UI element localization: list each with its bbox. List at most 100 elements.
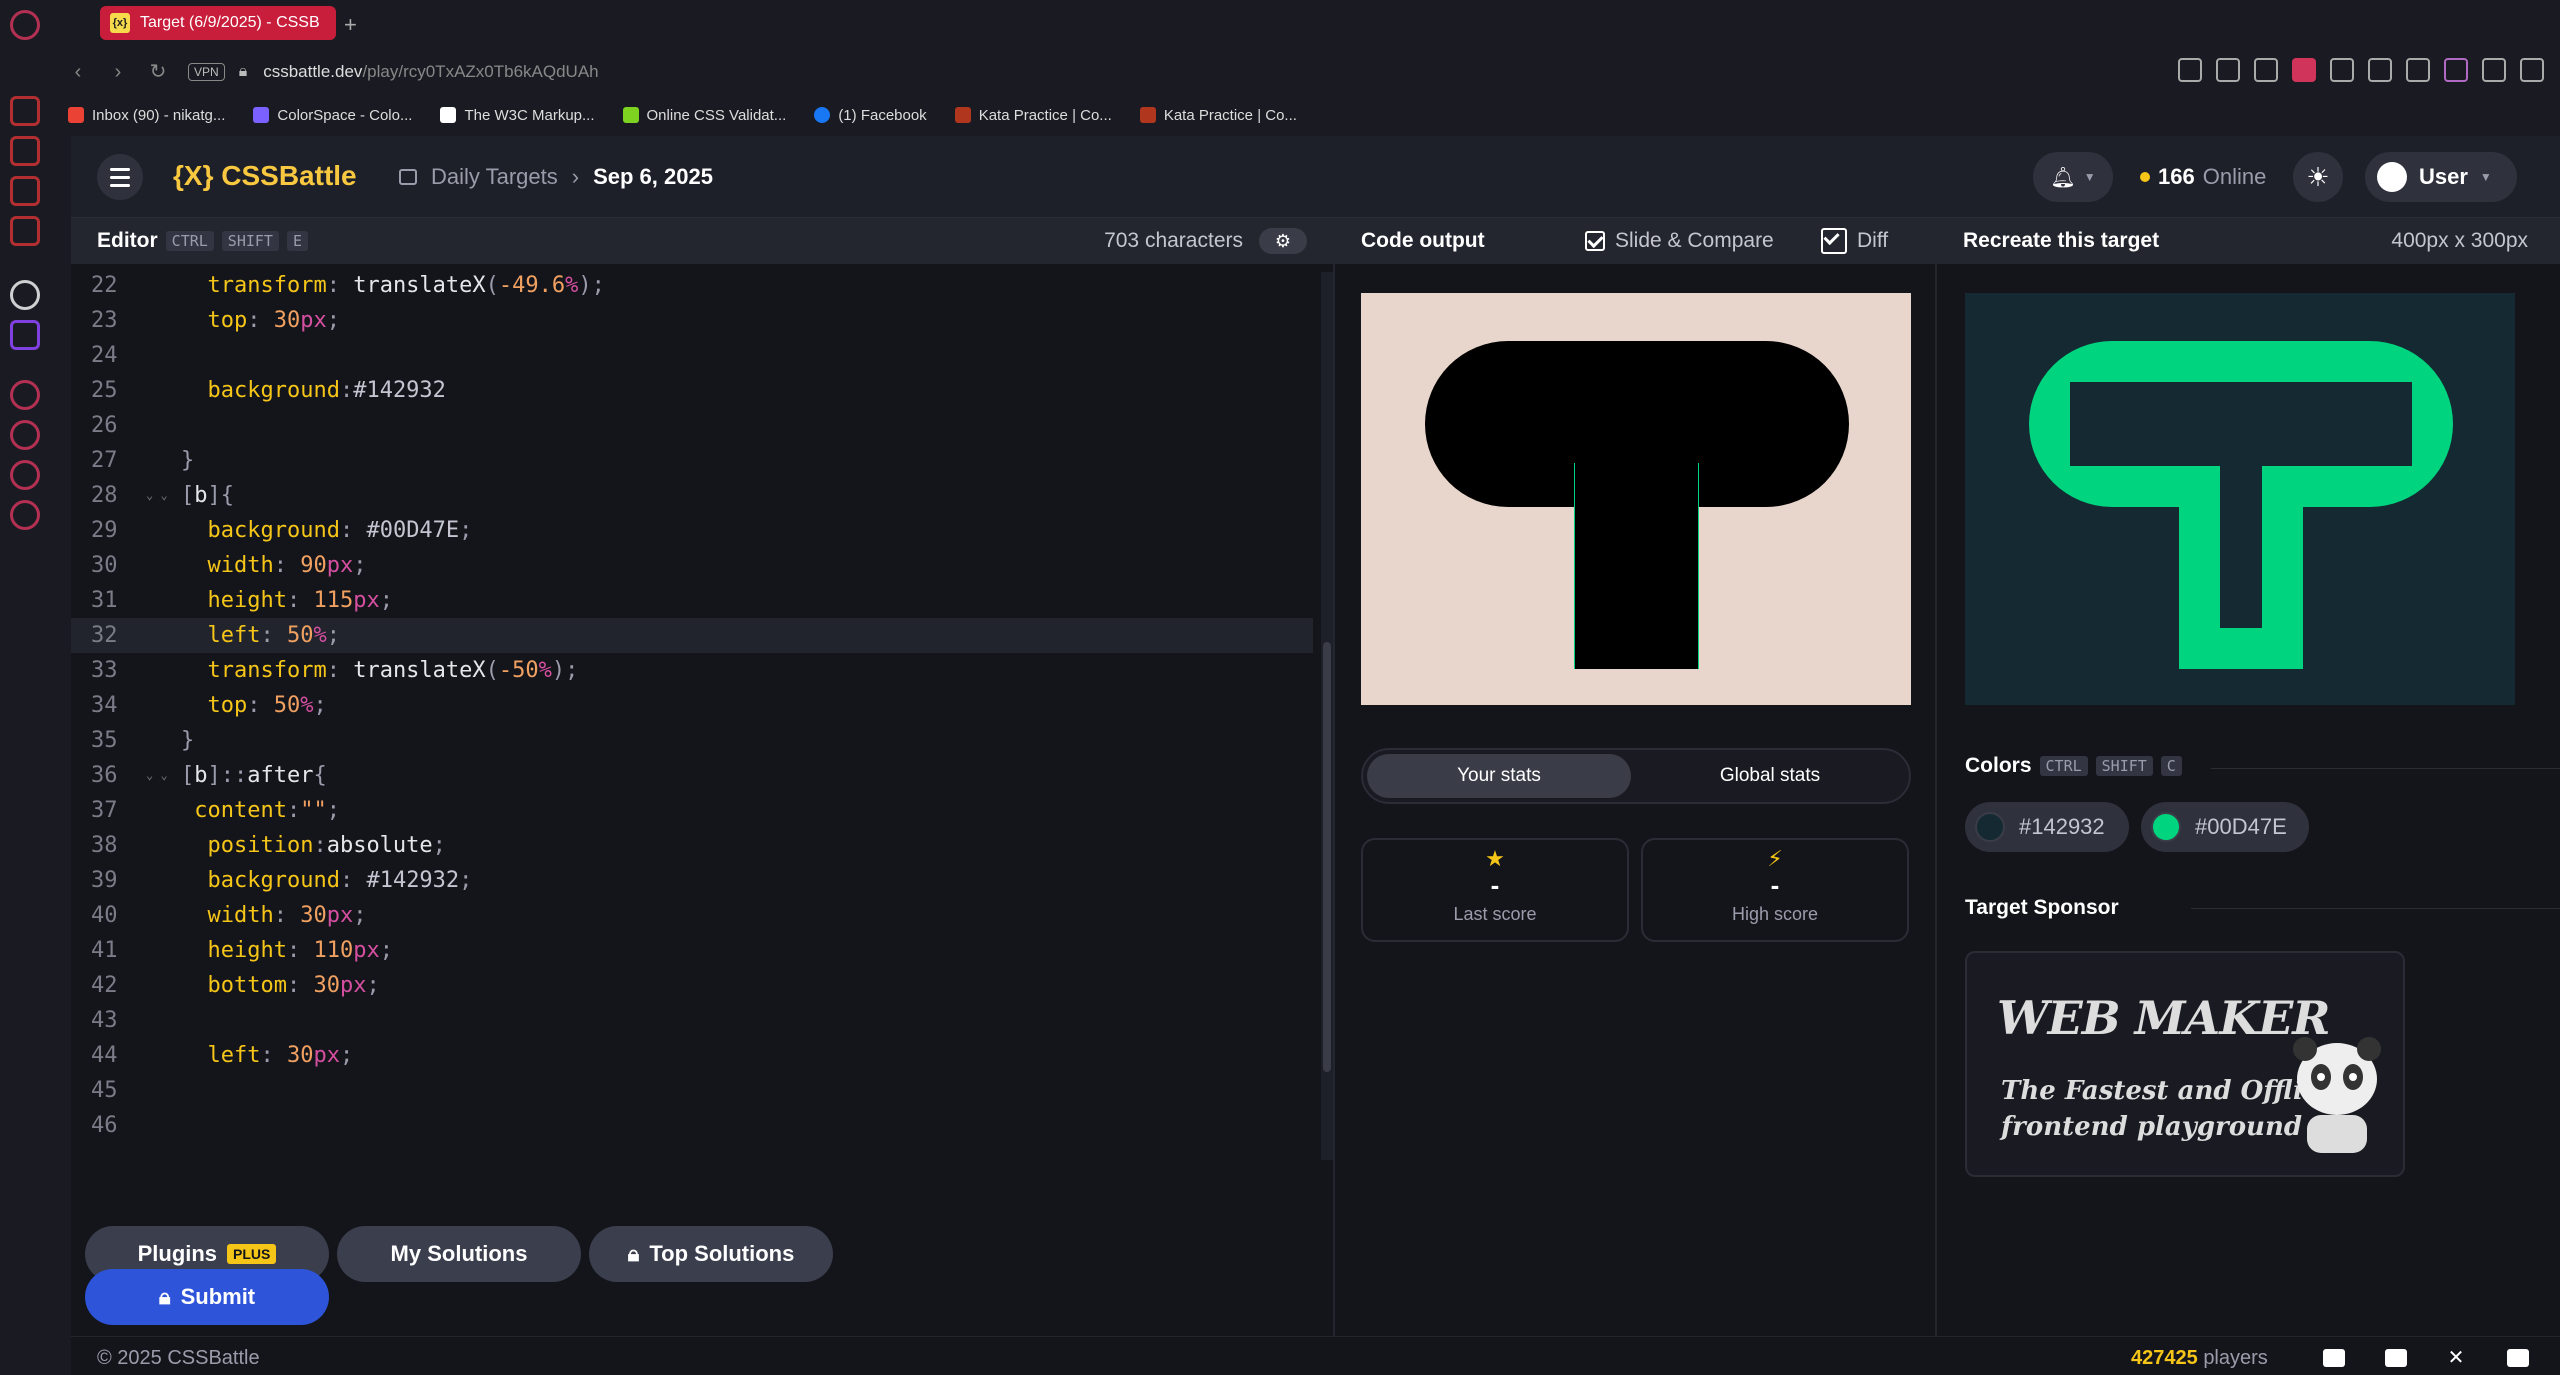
- sidebar-app-icon[interactable]: [10, 216, 40, 246]
- snapshot-icon[interactable]: [2254, 58, 2278, 82]
- code-line[interactable]: 27}: [71, 443, 1313, 478]
- code-line[interactable]: 33 transform: translateX(-50%);: [71, 653, 1313, 688]
- bluesky-icon[interactable]: [2385, 1349, 2407, 1367]
- code-line[interactable]: 24: [71, 338, 1313, 373]
- mail-icon[interactable]: [2507, 1349, 2529, 1367]
- code-line[interactable]: 28 ⌄ ⌄ [b]{: [71, 478, 1313, 513]
- sidebar-player-icon[interactable]: [10, 380, 40, 410]
- target-preview[interactable]: [1965, 293, 2515, 705]
- code-line[interactable]: 35}: [71, 723, 1313, 758]
- discord-icon[interactable]: [2323, 1349, 2345, 1367]
- code-text: }: [181, 443, 194, 478]
- fold-chevron-icon[interactable]: ⌄ ⌄: [146, 478, 168, 513]
- forward-icon[interactable]: ›: [104, 58, 132, 86]
- diff-checkbox[interactable]: [1821, 228, 1847, 254]
- code-line[interactable]: 38 position:absolute;: [71, 828, 1313, 863]
- sidebar-bag-icon[interactable]: [10, 136, 40, 166]
- pin-icon[interactable]: [2216, 58, 2240, 82]
- menu-button[interactable]: [97, 154, 143, 200]
- reload-icon[interactable]: ↻: [144, 58, 172, 86]
- code-text: transform: translateX(-49.6%);: [181, 268, 604, 303]
- diff-toggle[interactable]: Diff: [1821, 228, 1888, 254]
- bookmark-item[interactable]: (1) Facebook: [814, 107, 927, 124]
- notifications-button[interactable]: 🔔︎ ▼: [2033, 152, 2113, 202]
- easy-setup-icon[interactable]: [2520, 58, 2544, 82]
- sidebar-history-icon[interactable]: [10, 96, 40, 126]
- app-footer: © 2025 CSSBattle 427425 players ✕: [71, 1336, 2560, 1375]
- bookmark-item[interactable]: Inbox (90) - nikatg...: [68, 107, 225, 124]
- shortcut-key: SHIFT: [221, 231, 279, 251]
- user-menu-button[interactable]: User ▼: [2365, 152, 2517, 202]
- zoom-icon[interactable]: [2178, 58, 2202, 82]
- adblock-icon[interactable]: [2292, 58, 2316, 82]
- editor-settings-button[interactable]: ⚙: [1259, 228, 1307, 254]
- my-solutions-button[interactable]: My Solutions: [337, 1226, 581, 1282]
- code-token: :: [260, 623, 287, 648]
- code-line[interactable]: 43: [71, 1003, 1313, 1038]
- heart-icon[interactable]: [2368, 58, 2392, 82]
- sidebar-settings-icon[interactable]: [10, 500, 40, 530]
- code-line[interactable]: 46: [71, 1108, 1313, 1143]
- play-icon[interactable]: [2330, 58, 2354, 82]
- x-icon[interactable]: ✕: [2445, 1348, 2467, 1368]
- url-field[interactable]: cssbattle.dev/play/rcy0TxAZx0Tb6kAQdUAh: [263, 62, 598, 82]
- sidebar-wallet-icon[interactable]: [10, 176, 40, 206]
- bookmark-item[interactable]: ColorSpace - Colo...: [253, 107, 412, 124]
- sidebar-extensions-icon[interactable]: [10, 460, 40, 490]
- code-line[interactable]: 29 background: #00D47E;: [71, 513, 1313, 548]
- back-icon[interactable]: ‹: [64, 58, 92, 86]
- color-swatch[interactable]: #142932: [1965, 802, 2129, 852]
- code-token: #00D47E: [366, 518, 460, 543]
- code-line[interactable]: 39 background: #142932;: [71, 863, 1313, 898]
- download-icon[interactable]: [2482, 58, 2506, 82]
- sidebar-clock-icon[interactable]: [10, 420, 40, 450]
- breadcrumb-daily-targets[interactable]: Daily Targets: [431, 164, 558, 190]
- code-line[interactable]: 31 height: 115px;: [71, 583, 1313, 618]
- top-solutions-button[interactable]: 🔒︎ Top Solutions: [589, 1226, 833, 1282]
- sidebar-twitch-icon[interactable]: [10, 320, 40, 350]
- editor-scrollbar[interactable]: [1321, 272, 1333, 1160]
- code-line[interactable]: 40 width: 30px;: [71, 898, 1313, 933]
- bookmark-item[interactable]: The W3C Markup...: [440, 107, 595, 124]
- browser-tab-active[interactable]: {x} Target (6/9/2025) - CSSB: [100, 6, 336, 40]
- code-line[interactable]: 42 bottom: 30px;: [71, 968, 1313, 1003]
- slide-compare-toggle[interactable]: Slide & Compare: [1585, 229, 1774, 253]
- code-line[interactable]: 22 transform: translateX(-49.6%);: [71, 268, 1313, 303]
- code-line[interactable]: 30 width: 90px;: [71, 548, 1313, 583]
- code-output-preview[interactable]: [1361, 293, 1911, 705]
- code-line[interactable]: 41 height: 110px;: [71, 933, 1313, 968]
- fold-chevron-icon[interactable]: ⌄ ⌄: [146, 758, 168, 793]
- tab-your-stats[interactable]: Your stats: [1367, 754, 1631, 798]
- cssbattle-logo[interactable]: {X} CSSBattle: [173, 160, 357, 192]
- code-line[interactable]: 32 left: 50%;: [71, 618, 1313, 653]
- code-line[interactable]: 44 left: 30px;: [71, 1038, 1313, 1073]
- tab-global-stats[interactable]: Global stats: [1635, 754, 1905, 798]
- bookmark-item[interactable]: Online CSS Validat...: [622, 107, 786, 124]
- bookmark-item[interactable]: Kata Practice | Co...: [1139, 107, 1297, 124]
- code-line[interactable]: 45: [71, 1073, 1313, 1108]
- code-token: ;: [432, 833, 446, 858]
- scrollbar-thumb[interactable]: [1323, 642, 1331, 1072]
- code-line[interactable]: 26: [71, 408, 1313, 443]
- code-line[interactable]: 37 content:"";: [71, 793, 1313, 828]
- extensions-icon[interactable]: [2406, 58, 2430, 82]
- code-line[interactable]: 34 top: 50%;: [71, 688, 1313, 723]
- bookmark-item[interactable]: Kata Practice | Co...: [954, 107, 1112, 124]
- sponsor-card[interactable]: WEB MAKER The Fastest and Offline fronte…: [1965, 951, 2405, 1177]
- color-swatch[interactable]: #00D47E: [2141, 802, 2309, 852]
- theme-toggle-button[interactable]: ☀: [2293, 152, 2343, 202]
- slide-compare-checkbox[interactable]: [1585, 231, 1605, 251]
- colors-label: Colors: [1965, 754, 2032, 777]
- vpn-badge[interactable]: VPN: [188, 63, 225, 81]
- profile-icon[interactable]: [2444, 58, 2468, 82]
- opera-logo-icon[interactable]: [10, 10, 40, 40]
- submit-button[interactable]: 🔒︎ Submit: [85, 1269, 329, 1325]
- new-tab-icon[interactable]: +: [344, 12, 357, 38]
- code-editor[interactable]: 22 transform: translateX(-49.6%); 23 top:…: [71, 264, 1321, 1160]
- sidebar-aria-icon[interactable]: [10, 280, 40, 310]
- code-line[interactable]: 23 top: 30px;: [71, 303, 1313, 338]
- gmail-icon: [68, 107, 84, 123]
- browser-toolbar: [2178, 58, 2544, 82]
- code-line[interactable]: 36 ⌄ ⌄ [b]::after{: [71, 758, 1313, 793]
- code-line[interactable]: 25 background:#142932: [71, 373, 1313, 408]
